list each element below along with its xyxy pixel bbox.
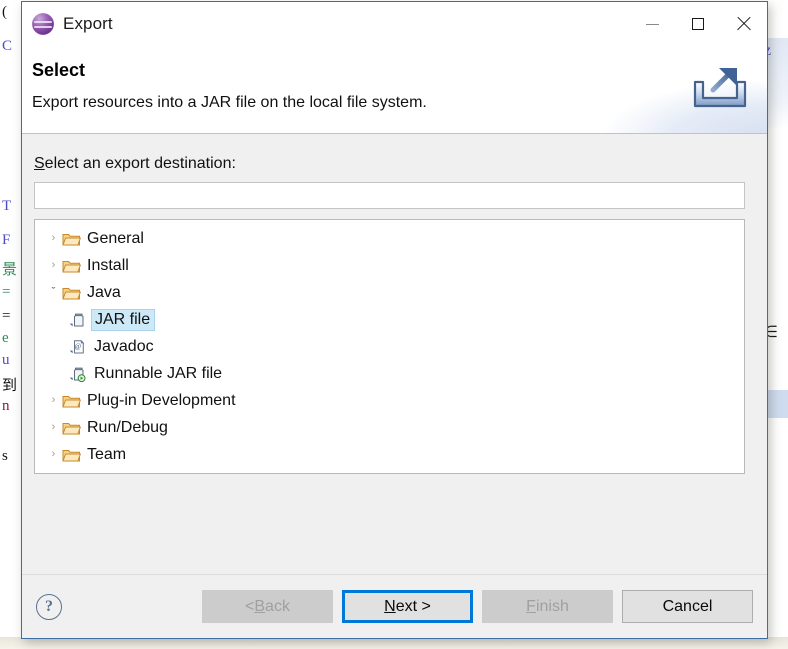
background-text-fragment: n: [2, 398, 10, 414]
folder-icon: [62, 285, 81, 301]
tree-node-label: Install: [87, 257, 129, 274]
folder-icon: [62, 231, 81, 247]
next-button-mnemonic: N: [384, 597, 396, 615]
tree-node-label: Java: [87, 284, 121, 301]
chevron-right-icon[interactable]: ›: [45, 422, 62, 433]
chevron-right-icon[interactable]: ›: [45, 233, 62, 244]
folder-icon: [62, 447, 81, 463]
background-text-fragment: 景: [2, 262, 18, 278]
tree-node-label: General: [87, 230, 144, 247]
help-icon[interactable]: ?: [36, 593, 62, 620]
runnable-jar-icon: [69, 366, 88, 382]
filter-input[interactable]: [34, 182, 745, 209]
background-text-fragment: 到: [2, 378, 18, 394]
next-button[interactable]: Next >: [342, 590, 473, 623]
folder-icon: [62, 393, 81, 409]
export-destination-tree[interactable]: › General › Install ˇ Java JAR file @ Java…: [34, 219, 745, 474]
export-tray-arrow-icon: [693, 68, 747, 108]
tree-node-label: Run/Debug: [87, 419, 168, 436]
tree-node-javadoc[interactable]: @ Javadoc: [35, 333, 744, 360]
wizard-buttons: < Back Next > Finish Cancel: [202, 590, 753, 623]
tree-node-team[interactable]: › Team: [35, 441, 744, 468]
tree-node-label: Plug-in Development: [87, 392, 236, 409]
destination-label-rest: elect an export destination:: [44, 155, 236, 172]
destination-label: Select an export destination:: [34, 155, 745, 173]
tree-node-install[interactable]: › Install: [35, 252, 744, 279]
background-text-fragment: C: [2, 38, 13, 54]
background-text-fragment: u: [2, 352, 10, 368]
tree-node-label: Runnable JAR file: [94, 365, 223, 382]
wizard-banner: Select Export resources into a JAR file …: [22, 46, 767, 134]
jar-file-icon: [69, 312, 88, 328]
back-button-pre: <: [245, 597, 255, 615]
close-button[interactable]: [721, 2, 767, 46]
window-controls: [629, 2, 767, 46]
tree-node-plug-in-development[interactable]: › Plug-in Development: [35, 387, 744, 414]
close-icon: [736, 16, 752, 32]
finish-button-post: inish: [535, 597, 569, 615]
background-text-fragment: =: [2, 308, 11, 324]
dialog-button-bar: ? < Back Next > Finish Cancel: [22, 574, 767, 638]
finish-button-mnemonic: F: [526, 597, 536, 615]
tree-node-run-debug[interactable]: › Run/Debug: [35, 414, 744, 441]
folder-icon: [62, 258, 81, 274]
chevron-right-icon[interactable]: ›: [45, 260, 62, 271]
chevron-down-icon[interactable]: ˇ: [45, 287, 62, 298]
destination-label-mnemonic: S: [34, 155, 45, 172]
background-text-fragment: s: [2, 448, 8, 464]
tree-node-runnable-jar-file[interactable]: Runnable JAR file: [35, 360, 744, 387]
page-title: Select: [32, 60, 86, 80]
cancel-button[interactable]: Cancel: [622, 590, 753, 623]
maximize-icon: [692, 18, 704, 30]
background-text-fragment: T: [2, 198, 12, 214]
export-dialog: Export Select Export resources into a JA…: [21, 1, 768, 639]
dialog-body: Select an export destination: › General ›…: [22, 134, 767, 574]
tree-node-label: Javadoc: [94, 338, 154, 355]
eclipse-sphere-icon: [32, 13, 54, 35]
back-button[interactable]: < Back: [202, 590, 333, 623]
tree-node-label: Team: [87, 446, 127, 463]
page-description: Export resources into a JAR file on the …: [32, 94, 427, 111]
chevron-right-icon[interactable]: ›: [45, 449, 62, 460]
tree-node-java[interactable]: ˇ Java: [35, 279, 744, 306]
back-button-mnemonic: B: [254, 597, 266, 615]
minimize-icon: [645, 23, 659, 25]
chevron-right-icon[interactable]: ›: [45, 395, 62, 406]
svg-text:@: @: [75, 342, 82, 350]
background-text-fragment: (: [2, 4, 7, 20]
next-button-post: ext >: [395, 597, 431, 615]
javadoc-icon: @: [69, 339, 88, 355]
dialog-titlebar: Export: [22, 2, 767, 46]
background-text-fragment: F: [2, 232, 11, 248]
tree-node-label: JAR file: [91, 308, 156, 331]
background-text-fragment: e: [2, 330, 9, 346]
finish-button[interactable]: Finish: [482, 590, 613, 623]
minimize-button[interactable]: [629, 2, 675, 46]
folder-icon: [62, 420, 81, 436]
tree-node-jar-file[interactable]: JAR file: [35, 306, 744, 333]
maximize-button[interactable]: [675, 2, 721, 46]
back-button-post: ack: [265, 597, 290, 615]
tree-node-general[interactable]: › General: [35, 225, 744, 252]
background-text-fragment: =: [2, 284, 11, 300]
background-editor-left: ( C T F 景 = = e u 到 n s: [0, 0, 22, 649]
dialog-title: Export: [63, 14, 113, 33]
